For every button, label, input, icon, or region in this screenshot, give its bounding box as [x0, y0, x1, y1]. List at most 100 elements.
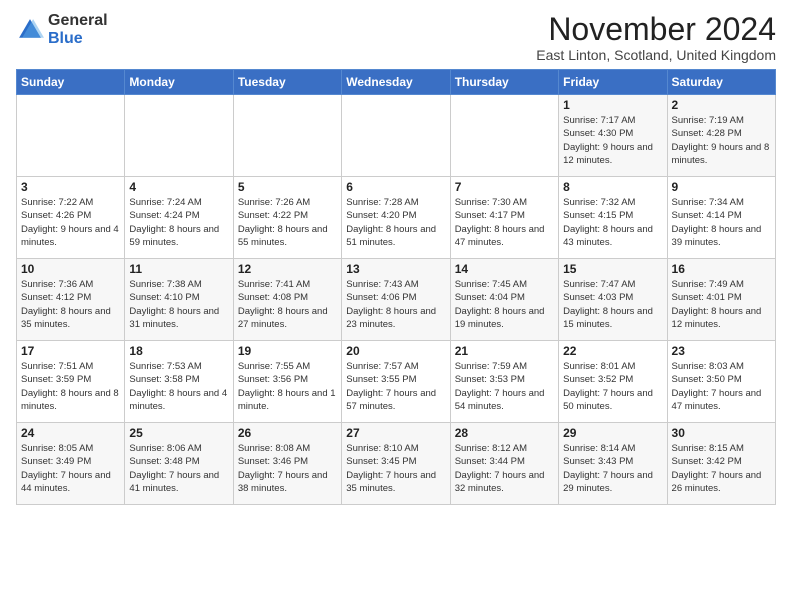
week-row-0: 1 Sunrise: 7:17 AMSunset: 4:30 PMDayligh… — [17, 95, 776, 177]
day-cell: 18 Sunrise: 7:53 AMSunset: 3:58 PMDaylig… — [125, 341, 233, 423]
day-info: Sunrise: 8:03 AMSunset: 3:50 PMDaylight:… — [672, 360, 771, 413]
logo-general: General — [48, 12, 108, 30]
week-row-2: 10 Sunrise: 7:36 AMSunset: 4:12 PMDaylig… — [17, 259, 776, 341]
day-info: Sunrise: 8:12 AMSunset: 3:44 PMDaylight:… — [455, 442, 554, 495]
header: General Blue November 2024 East Linton, … — [16, 12, 776, 63]
day-cell: 25 Sunrise: 8:06 AMSunset: 3:48 PMDaylig… — [125, 423, 233, 505]
day-cell: 1 Sunrise: 7:17 AMSunset: 4:30 PMDayligh… — [559, 95, 667, 177]
col-friday: Friday — [559, 70, 667, 95]
logo-icon — [16, 16, 44, 44]
header-row: Sunday Monday Tuesday Wednesday Thursday… — [17, 70, 776, 95]
day-info: Sunrise: 7:51 AMSunset: 3:59 PMDaylight:… — [21, 360, 120, 413]
day-info: Sunrise: 7:22 AMSunset: 4:26 PMDaylight:… — [21, 196, 120, 249]
day-cell: 3 Sunrise: 7:22 AMSunset: 4:26 PMDayligh… — [17, 177, 125, 259]
day-info: Sunrise: 7:24 AMSunset: 4:24 PMDaylight:… — [129, 196, 228, 249]
day-cell — [17, 95, 125, 177]
day-info: Sunrise: 7:17 AMSunset: 4:30 PMDaylight:… — [563, 114, 662, 167]
day-info: Sunrise: 7:41 AMSunset: 4:08 PMDaylight:… — [238, 278, 337, 331]
day-info: Sunrise: 7:36 AMSunset: 4:12 PMDaylight:… — [21, 278, 120, 331]
day-info: Sunrise: 7:30 AMSunset: 4:17 PMDaylight:… — [455, 196, 554, 249]
day-info: Sunrise: 7:45 AMSunset: 4:04 PMDaylight:… — [455, 278, 554, 331]
day-info: Sunrise: 7:26 AMSunset: 4:22 PMDaylight:… — [238, 196, 337, 249]
day-cell: 26 Sunrise: 8:08 AMSunset: 3:46 PMDaylig… — [233, 423, 341, 505]
day-number: 2 — [672, 98, 771, 112]
day-cell: 14 Sunrise: 7:45 AMSunset: 4:04 PMDaylig… — [450, 259, 558, 341]
week-row-3: 17 Sunrise: 7:51 AMSunset: 3:59 PMDaylig… — [17, 341, 776, 423]
day-info: Sunrise: 8:08 AMSunset: 3:46 PMDaylight:… — [238, 442, 337, 495]
day-cell: 6 Sunrise: 7:28 AMSunset: 4:20 PMDayligh… — [342, 177, 450, 259]
day-info: Sunrise: 8:05 AMSunset: 3:49 PMDaylight:… — [21, 442, 120, 495]
day-info: Sunrise: 7:59 AMSunset: 3:53 PMDaylight:… — [455, 360, 554, 413]
day-number: 23 — [672, 344, 771, 358]
col-saturday: Saturday — [667, 70, 775, 95]
day-info: Sunrise: 7:43 AMSunset: 4:06 PMDaylight:… — [346, 278, 445, 331]
day-number: 20 — [346, 344, 445, 358]
day-cell: 12 Sunrise: 7:41 AMSunset: 4:08 PMDaylig… — [233, 259, 341, 341]
day-number: 14 — [455, 262, 554, 276]
day-cell: 2 Sunrise: 7:19 AMSunset: 4:28 PMDayligh… — [667, 95, 775, 177]
title-block: November 2024 East Linton, Scotland, Uni… — [536, 12, 776, 63]
subtitle: East Linton, Scotland, United Kingdom — [536, 47, 776, 63]
day-cell — [125, 95, 233, 177]
day-cell: 20 Sunrise: 7:57 AMSunset: 3:55 PMDaylig… — [342, 341, 450, 423]
day-cell: 13 Sunrise: 7:43 AMSunset: 4:06 PMDaylig… — [342, 259, 450, 341]
col-monday: Monday — [125, 70, 233, 95]
day-number: 4 — [129, 180, 228, 194]
day-number: 19 — [238, 344, 337, 358]
day-cell: 28 Sunrise: 8:12 AMSunset: 3:44 PMDaylig… — [450, 423, 558, 505]
main-title: November 2024 — [536, 12, 776, 47]
day-info: Sunrise: 8:14 AMSunset: 3:43 PMDaylight:… — [563, 442, 662, 495]
week-row-4: 24 Sunrise: 8:05 AMSunset: 3:49 PMDaylig… — [17, 423, 776, 505]
day-number: 29 — [563, 426, 662, 440]
day-number: 17 — [21, 344, 120, 358]
day-info: Sunrise: 8:10 AMSunset: 3:45 PMDaylight:… — [346, 442, 445, 495]
day-cell: 9 Sunrise: 7:34 AMSunset: 4:14 PMDayligh… — [667, 177, 775, 259]
day-cell: 16 Sunrise: 7:49 AMSunset: 4:01 PMDaylig… — [667, 259, 775, 341]
day-number: 13 — [346, 262, 445, 276]
day-info: Sunrise: 7:38 AMSunset: 4:10 PMDaylight:… — [129, 278, 228, 331]
day-cell: 11 Sunrise: 7:38 AMSunset: 4:10 PMDaylig… — [125, 259, 233, 341]
day-cell: 30 Sunrise: 8:15 AMSunset: 3:42 PMDaylig… — [667, 423, 775, 505]
col-wednesday: Wednesday — [342, 70, 450, 95]
day-number: 6 — [346, 180, 445, 194]
day-cell: 8 Sunrise: 7:32 AMSunset: 4:15 PMDayligh… — [559, 177, 667, 259]
day-info: Sunrise: 8:01 AMSunset: 3:52 PMDaylight:… — [563, 360, 662, 413]
day-cell: 5 Sunrise: 7:26 AMSunset: 4:22 PMDayligh… — [233, 177, 341, 259]
day-cell: 29 Sunrise: 8:14 AMSunset: 3:43 PMDaylig… — [559, 423, 667, 505]
col-sunday: Sunday — [17, 70, 125, 95]
day-number: 8 — [563, 180, 662, 194]
col-tuesday: Tuesday — [233, 70, 341, 95]
day-number: 21 — [455, 344, 554, 358]
day-number: 24 — [21, 426, 120, 440]
day-info: Sunrise: 7:49 AMSunset: 4:01 PMDaylight:… — [672, 278, 771, 331]
calendar-table: Sunday Monday Tuesday Wednesday Thursday… — [16, 69, 776, 505]
col-thursday: Thursday — [450, 70, 558, 95]
page: General Blue November 2024 East Linton, … — [0, 0, 792, 612]
logo-blue: Blue — [48, 30, 108, 48]
day-cell — [450, 95, 558, 177]
day-number: 5 — [238, 180, 337, 194]
day-info: Sunrise: 7:57 AMSunset: 3:55 PMDaylight:… — [346, 360, 445, 413]
day-cell: 21 Sunrise: 7:59 AMSunset: 3:53 PMDaylig… — [450, 341, 558, 423]
day-info: Sunrise: 7:47 AMSunset: 4:03 PMDaylight:… — [563, 278, 662, 331]
day-number: 18 — [129, 344, 228, 358]
day-cell: 7 Sunrise: 7:30 AMSunset: 4:17 PMDayligh… — [450, 177, 558, 259]
day-number: 27 — [346, 426, 445, 440]
day-number: 7 — [455, 180, 554, 194]
day-number: 3 — [21, 180, 120, 194]
day-number: 28 — [455, 426, 554, 440]
day-info: Sunrise: 7:34 AMSunset: 4:14 PMDaylight:… — [672, 196, 771, 249]
day-number: 9 — [672, 180, 771, 194]
day-number: 10 — [21, 262, 120, 276]
day-info: Sunrise: 8:06 AMSunset: 3:48 PMDaylight:… — [129, 442, 228, 495]
logo-text: General Blue — [48, 12, 108, 47]
day-cell — [342, 95, 450, 177]
day-info: Sunrise: 7:32 AMSunset: 4:15 PMDaylight:… — [563, 196, 662, 249]
day-info: Sunrise: 7:53 AMSunset: 3:58 PMDaylight:… — [129, 360, 228, 413]
day-cell: 4 Sunrise: 7:24 AMSunset: 4:24 PMDayligh… — [125, 177, 233, 259]
day-info: Sunrise: 8:15 AMSunset: 3:42 PMDaylight:… — [672, 442, 771, 495]
day-number: 12 — [238, 262, 337, 276]
day-cell: 24 Sunrise: 8:05 AMSunset: 3:49 PMDaylig… — [17, 423, 125, 505]
day-cell: 17 Sunrise: 7:51 AMSunset: 3:59 PMDaylig… — [17, 341, 125, 423]
day-number: 26 — [238, 426, 337, 440]
